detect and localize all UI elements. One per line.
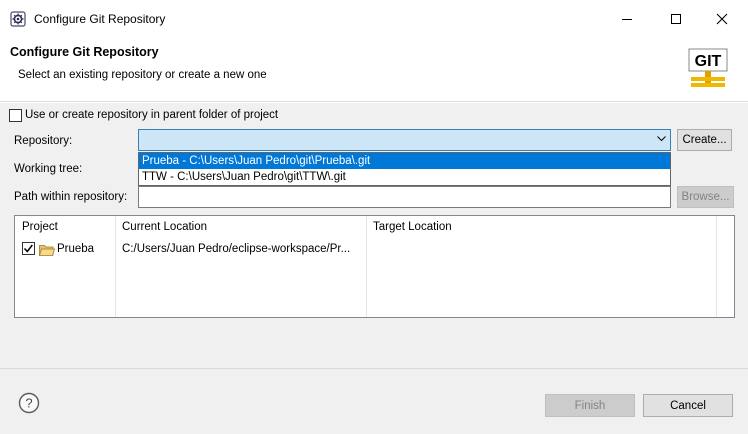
cancel-button[interactable]: Cancel <box>643 394 733 417</box>
cell-current-location: C:/Users/Juan Pedro/eclipse-workspace/Pr… <box>122 243 351 255</box>
help-icon[interactable]: ? <box>18 392 40 414</box>
page-description: Select an existing repository or create … <box>18 69 267 81</box>
checkmark-icon <box>23 244 33 253</box>
path-within-repository-label: Path within repository: <box>14 191 128 203</box>
close-button[interactable] <box>702 6 742 32</box>
parent-folder-checkbox-label: Use or create repository in parent folde… <box>25 109 279 121</box>
working-tree-label: Working tree: <box>14 163 83 175</box>
maximize-button[interactable] <box>656 6 696 32</box>
repository-option-prueba[interactable]: Prueba - C:\Users\Juan Pedro\git\Prueba\… <box>139 153 670 169</box>
path-within-repository-input[interactable] <box>138 186 671 208</box>
maximize-icon <box>671 14 681 24</box>
svg-text:?: ? <box>25 396 32 411</box>
finish-button[interactable]: Finish <box>545 394 635 417</box>
column-header-project[interactable]: Project <box>15 216 115 238</box>
column-divider <box>716 216 717 317</box>
row-checkbox[interactable] <box>22 242 35 255</box>
repository-dropdown-list: Prueba - C:\Users\Juan Pedro\git\Prueba\… <box>138 152 671 186</box>
parent-folder-checkbox[interactable] <box>9 109 22 122</box>
page-title: Configure Git Repository <box>10 45 159 59</box>
window-title: Configure Git Repository <box>34 12 166 26</box>
create-button[interactable]: Create... <box>677 129 732 151</box>
wizard-footer: ? Finish Cancel <box>0 368 748 434</box>
title-bar: Configure Git Repository <box>0 0 748 38</box>
git-logo-text: GIT <box>695 53 722 70</box>
minimize-button[interactable] <box>607 6 647 32</box>
projects-table: Project Current Location Target Location… <box>14 215 735 318</box>
repository-combo[interactable] <box>138 129 671 151</box>
repository-option-ttw[interactable]: TTW - C:\Users\Juan Pedro\git\TTW\.git <box>139 169 670 185</box>
close-icon <box>716 13 728 25</box>
browse-button[interactable]: Browse... <box>677 186 734 208</box>
repository-label: Repository: <box>14 135 73 147</box>
minimize-icon <box>622 19 632 20</box>
wizard-content: Use or create repository in parent folde… <box>0 103 748 368</box>
wizard-header: Configure Git Repository Select an exist… <box>0 38 748 102</box>
project-folder-icon <box>39 245 55 256</box>
chevron-down-icon <box>657 136 666 142</box>
git-logo-icon: GIT <box>688 48 728 87</box>
eclipse-gear-icon <box>10 11 26 27</box>
column-header-current-location[interactable]: Current Location <box>115 216 366 238</box>
cell-project: Prueba <box>57 243 95 255</box>
column-header-target-location[interactable]: Target Location <box>366 216 716 238</box>
